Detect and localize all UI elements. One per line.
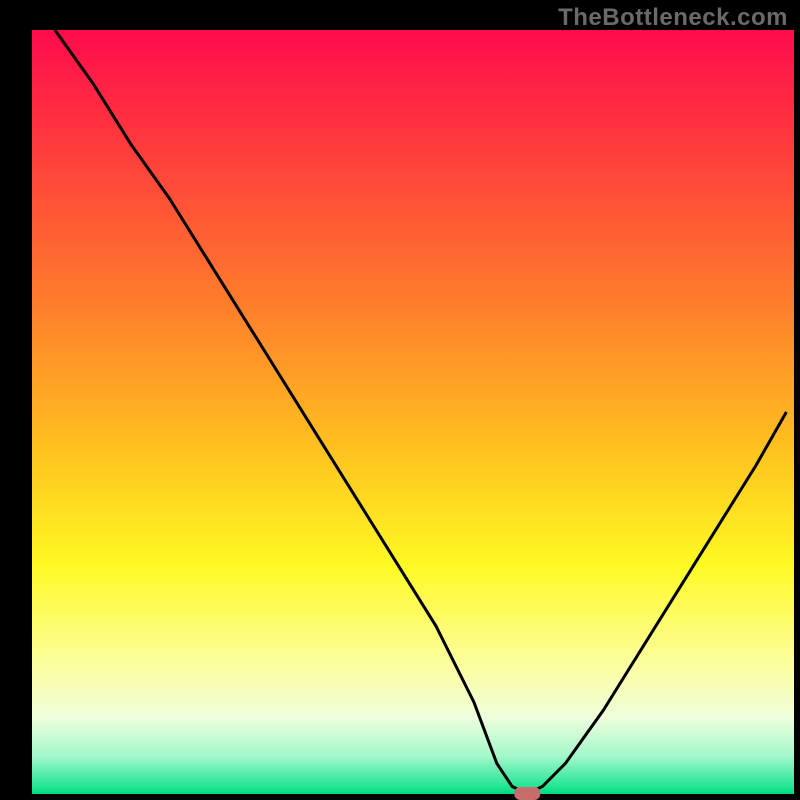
gradient-background — [32, 30, 794, 794]
chart-plot-area — [0, 0, 800, 800]
bottleneck-chart: TheBottleneck.com — [0, 0, 800, 800]
optimal-point-marker — [514, 787, 540, 800]
watermark-text: TheBottleneck.com — [558, 4, 788, 32]
